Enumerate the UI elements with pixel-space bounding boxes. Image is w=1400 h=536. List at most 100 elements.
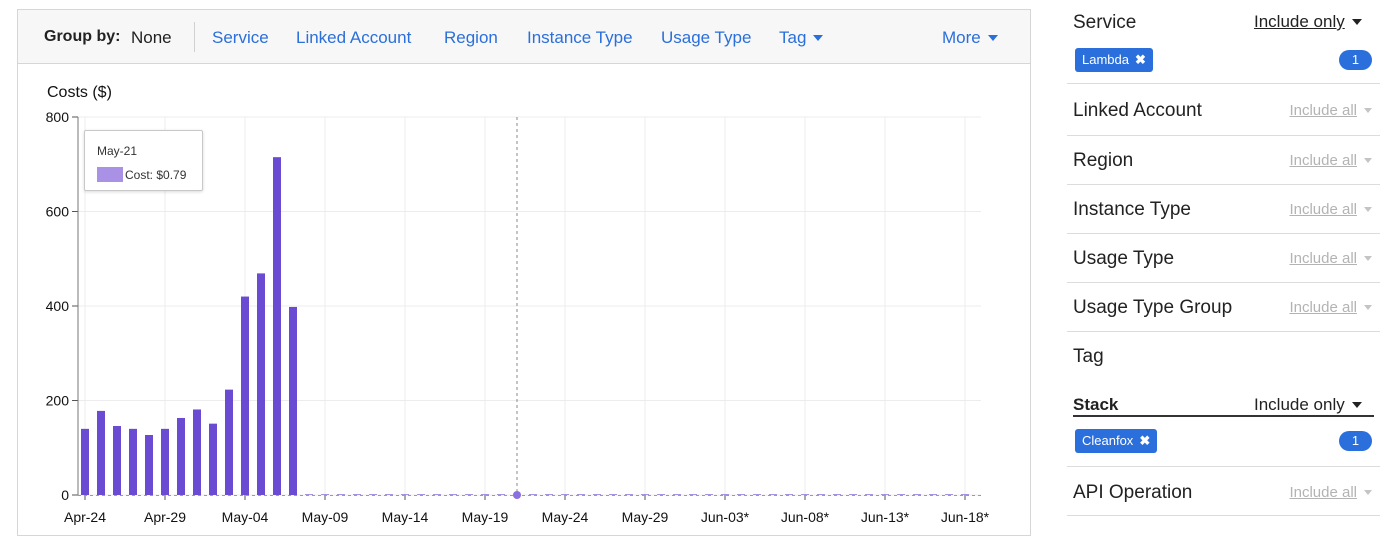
- bar: [625, 494, 633, 495]
- bar: [337, 494, 345, 495]
- hover-point: [513, 491, 521, 499]
- x-tick-label: May-14: [382, 509, 429, 525]
- bar: [657, 494, 665, 495]
- bar: [913, 494, 921, 495]
- chevron-down-icon: [1351, 401, 1362, 408]
- bar: [353, 494, 361, 495]
- filter-service-label: Service: [1073, 12, 1137, 33]
- filter-mode-label: Include all: [1289, 484, 1357, 501]
- x-tick-label: May-24: [542, 509, 589, 525]
- tooltip-text: Cost: $0.79: [125, 168, 187, 182]
- bar: [289, 306, 297, 495]
- filter-mode-label: Include all: [1289, 201, 1357, 218]
- filter-instance-type-mode[interactable]: Include all: [1289, 201, 1372, 218]
- x-tick-label: Jun-08*: [781, 509, 830, 525]
- filter-usage-type-mode[interactable]: Include all: [1289, 250, 1372, 267]
- filter-mode-label: Include all: [1289, 152, 1357, 169]
- bar: [705, 494, 713, 495]
- bar: [161, 428, 169, 495]
- y-tick-label: 400: [46, 298, 70, 314]
- bar: [593, 494, 601, 495]
- bar: [209, 423, 217, 495]
- bar: [641, 494, 649, 495]
- bar: [145, 434, 153, 495]
- chip-label: Cleanfox: [1082, 433, 1134, 448]
- filter-linked-account-label: Linked Account: [1073, 100, 1202, 121]
- filters-sidebar: Service Include only Lambda ✖ 1 Linked Ac…: [1067, 0, 1380, 529]
- bar: [241, 296, 249, 495]
- bar: [849, 494, 857, 495]
- filter-mode-label: Include all: [1289, 102, 1357, 119]
- stack-underline: [1073, 415, 1374, 417]
- divider: [1067, 515, 1380, 516]
- filter-chip-lambda: Lambda ✖: [1075, 48, 1153, 72]
- filter-mode-label: Include all: [1289, 299, 1357, 316]
- divider: [1067, 282, 1380, 283]
- chip-label: Lambda: [1082, 52, 1129, 67]
- bar: [193, 409, 201, 495]
- cost-bar-chart: 0 200 400 600 800 Apr-24 Apr-29 May-04 May-09 May…: [46, 109, 990, 525]
- bar: [529, 494, 537, 495]
- bar: [833, 494, 841, 495]
- divider: [1067, 184, 1380, 185]
- filter-region-label: Region: [1073, 150, 1134, 171]
- bar: [449, 494, 457, 495]
- divider: [1067, 331, 1380, 332]
- bar: [369, 494, 377, 495]
- filter-service-count: 1: [1339, 50, 1372, 70]
- bar: [113, 426, 121, 495]
- filter-api-operation-mode[interactable]: Include all: [1289, 484, 1372, 501]
- bar: [305, 494, 313, 495]
- filter-instance-type-label: Instance Type: [1073, 199, 1191, 220]
- x-tick-label: May-19: [462, 509, 509, 525]
- bar: [817, 494, 825, 495]
- x-tick-label: Jun-18*: [941, 509, 990, 525]
- bar: [929, 494, 937, 495]
- bar: [545, 494, 553, 495]
- bar: [785, 494, 793, 495]
- x-tick-label: Apr-24: [64, 509, 106, 525]
- bar: [561, 494, 569, 495]
- bar: [97, 410, 105, 495]
- divider: [1067, 135, 1380, 136]
- bar: [721, 494, 729, 495]
- bar: [385, 494, 393, 495]
- bar: [465, 494, 473, 495]
- filter-stack-mode-label: Include only: [1254, 395, 1345, 414]
- chevron-down-icon: [1351, 18, 1362, 25]
- filter-region-mode[interactable]: Include all: [1289, 152, 1372, 169]
- filter-linked-account-mode[interactable]: Include all: [1289, 102, 1372, 119]
- chevron-down-icon: [1364, 304, 1372, 310]
- bar: [945, 494, 953, 495]
- tooltip-swatch: [97, 167, 123, 182]
- filter-service-mode-label: Include only: [1254, 12, 1345, 31]
- filter-service-mode[interactable]: Include only: [1254, 12, 1362, 32]
- y-tick-label: 0: [61, 487, 69, 503]
- bar: [401, 494, 409, 495]
- bar: [689, 494, 697, 495]
- filter-usage-type-group-mode[interactable]: Include all: [1289, 299, 1372, 316]
- filter-stack-count: 1: [1339, 431, 1372, 451]
- bar: [177, 417, 185, 495]
- filter-stack-mode[interactable]: Include only: [1254, 395, 1362, 415]
- close-icon[interactable]: ✖: [1139, 433, 1150, 448]
- bar: [225, 389, 233, 495]
- bar: [609, 494, 617, 495]
- x-tick-label: Jun-03*: [701, 509, 750, 525]
- filter-api-operation-label: API Operation: [1073, 482, 1193, 503]
- bar: [273, 157, 281, 495]
- bar: [753, 494, 761, 495]
- bar: [961, 494, 969, 495]
- bar: [801, 494, 809, 495]
- chevron-down-icon: [1364, 255, 1372, 261]
- chevron-down-icon: [1364, 489, 1372, 495]
- filter-usage-type-label: Usage Type: [1073, 248, 1175, 269]
- chevron-down-icon: [1364, 157, 1372, 163]
- bar: [417, 494, 425, 495]
- divider: [1067, 466, 1380, 467]
- close-icon[interactable]: ✖: [1135, 52, 1146, 67]
- bar: [433, 494, 441, 495]
- cost-explorer-panel: Group by: None Service Linked Account Re…: [17, 9, 1031, 536]
- bar: [129, 428, 137, 495]
- x-tick-label: May-04: [222, 509, 269, 525]
